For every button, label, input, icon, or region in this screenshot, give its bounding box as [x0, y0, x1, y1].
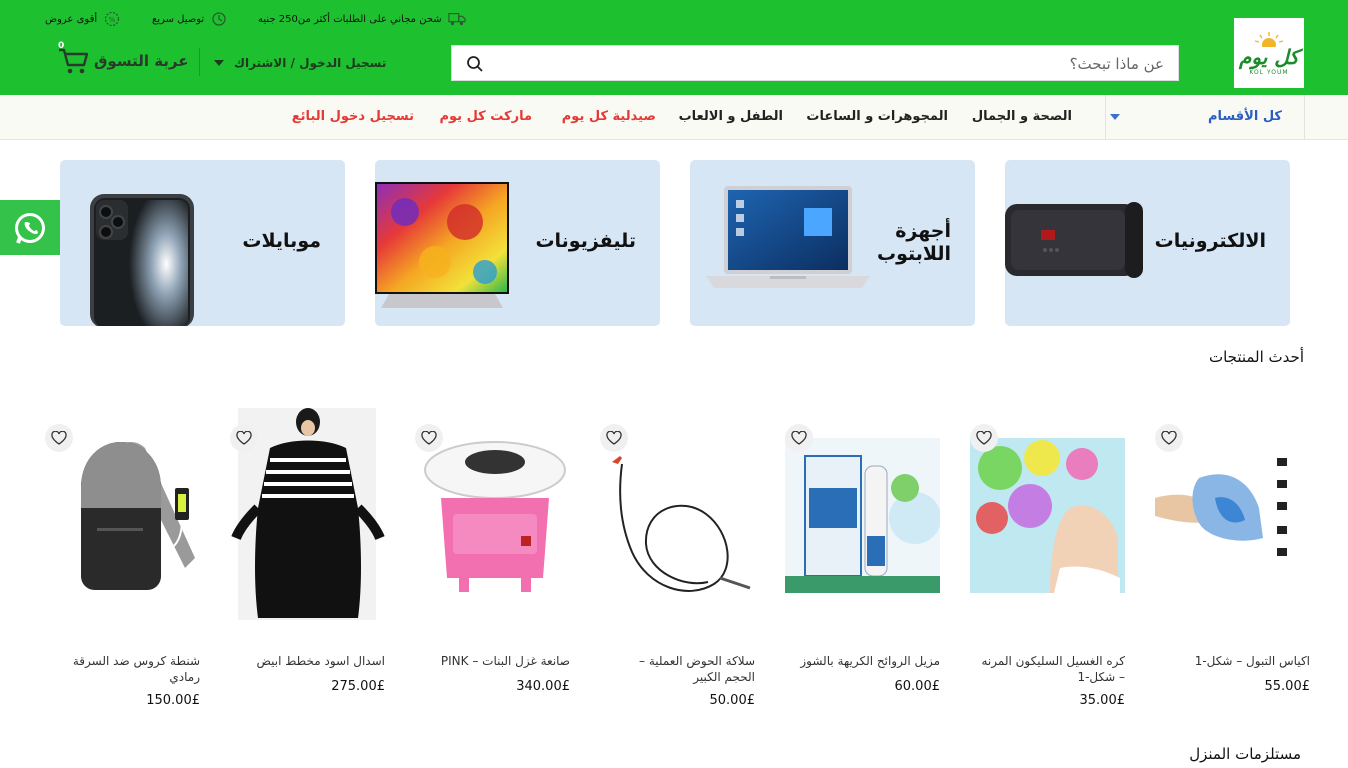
- category-title: الالكترونيات: [1154, 230, 1266, 252]
- phone-image: [90, 194, 194, 326]
- nav-item-pharmacy[interactable]: صيدلية كل يوم: [562, 109, 656, 124]
- best-offers-perk: % أقوى عروض: [45, 10, 121, 28]
- tv-image: [375, 182, 509, 308]
- svg-text:%: %: [109, 16, 116, 24]
- main-navigation: كل الأقسام الصحة و الجمال المجوهرات و ال…: [0, 95, 1348, 140]
- search-icon[interactable]: [466, 55, 484, 73]
- wishlist-heart-icon[interactable]: [1155, 424, 1183, 452]
- site-logo[interactable]: كل يوم KOL YOUM: [1234, 18, 1304, 88]
- logo-subtext: KOL YOUM: [1249, 68, 1289, 76]
- category-card-mobiles[interactable]: موبايلات: [60, 160, 345, 326]
- nav-item-seller-login[interactable]: تسجيل دخول البائع: [292, 109, 414, 124]
- product-price: 35.00£: [1079, 693, 1126, 708]
- category-card-tvs[interactable]: تليفزيونات: [375, 160, 660, 326]
- top-header: شحن مجاني على الطلبات أكثر من250 جنيه تو…: [0, 0, 1348, 95]
- section-title-latest: أحدث المنتجات: [1208, 348, 1304, 366]
- product-name[interactable]: صانعة غزل البنات – PINK: [420, 654, 570, 670]
- whatsapp-icon: [15, 212, 45, 244]
- section-title-home-supplies: مستلزمات المنزل: [1189, 745, 1301, 763]
- whatsapp-button[interactable]: [0, 200, 60, 255]
- perk-label: أقوى عروض: [45, 13, 98, 25]
- wishlist-heart-icon[interactable]: [785, 424, 813, 452]
- perk-label: توصيل سريع: [152, 13, 205, 25]
- chevron-down-icon: [214, 60, 224, 66]
- cart-count-badge: 0: [58, 41, 65, 51]
- wishlist-heart-icon[interactable]: [600, 424, 628, 452]
- category-card-laptops[interactable]: أجهزة اللابتوب: [690, 160, 975, 326]
- delivery-truck-icon: [447, 13, 466, 26]
- cart-label: عربة التسوق: [94, 52, 189, 70]
- account-menu[interactable]: تسجيل الدخول / الاشتراك: [214, 55, 386, 71]
- wishlist-heart-icon[interactable]: [415, 424, 443, 452]
- fast-delivery-perk: توصيل سريع: [152, 10, 228, 28]
- login-register-link[interactable]: تسجيل الدخول / الاشتراك: [234, 56, 386, 70]
- header-divider: [199, 48, 200, 76]
- product-price: 340.00£: [516, 679, 570, 694]
- nav-item-kids-toys[interactable]: الطفل و الالعاب: [679, 109, 783, 124]
- offer-badge-icon: %: [104, 11, 120, 27]
- category-title: موبايلات: [242, 230, 321, 252]
- category-card-electronics[interactable]: الالكترونيات: [1005, 160, 1290, 326]
- product-name[interactable]: اكياس التبول – شكل-1: [1160, 654, 1310, 670]
- product-price: 150.00£: [146, 693, 200, 708]
- product-price: 55.00£: [1264, 679, 1311, 694]
- product-price: 60.00£: [894, 679, 941, 694]
- speaker-image: [1005, 202, 1143, 278]
- product-name[interactable]: اسدال اسود مخطط ابيض: [235, 654, 385, 670]
- product-name[interactable]: شنطة كروس ضد السرقة رمادي: [50, 654, 200, 685]
- product-price: 275.00£: [331, 679, 385, 694]
- nav-item-health-beauty[interactable]: الصحة و الجمال: [972, 109, 1072, 124]
- cart-icon: [59, 48, 88, 74]
- all-categories-label: كل الأقسام: [1208, 109, 1282, 124]
- all-categories-dropdown[interactable]: كل الأقسام: [1105, 95, 1305, 140]
- search-input[interactable]: [504, 53, 1164, 75]
- category-title: أجهزة اللابتوب: [877, 220, 951, 265]
- category-title: تليفزيونات: [535, 230, 636, 252]
- product-name[interactable]: مزيل الروائح الكريهة بالشوز: [790, 654, 940, 670]
- nav-item-market[interactable]: ماركت كل يوم: [439, 109, 532, 124]
- product-name[interactable]: سلاكة الحوض العملية – الحجم الكبير: [605, 654, 755, 685]
- perk-label: شحن مجاني على الطلبات أكثر من250 جنيه: [258, 13, 442, 25]
- product-price: 50.00£: [709, 693, 756, 708]
- wishlist-heart-icon[interactable]: [45, 424, 73, 452]
- fast-delivery-icon: [212, 12, 226, 26]
- search-bar: [451, 45, 1179, 81]
- laptop-image: [706, 186, 870, 288]
- product-name[interactable]: كره الغسيل السليكون المرنه – شكل-1: [975, 654, 1125, 685]
- caret-down-icon: [1110, 114, 1120, 120]
- nav-item-jewelry-watches[interactable]: المجوهرات و الساعات: [806, 109, 948, 124]
- free-shipping-perk: شحن مجاني على الطلبات أكثر من250 جنيه: [258, 10, 466, 28]
- wishlist-heart-icon[interactable]: [230, 424, 258, 452]
- wishlist-heart-icon[interactable]: [970, 424, 998, 452]
- logo-text: كل يوم: [1239, 44, 1299, 69]
- shopping-cart[interactable]: عربة التسوق 0: [58, 41, 189, 78]
